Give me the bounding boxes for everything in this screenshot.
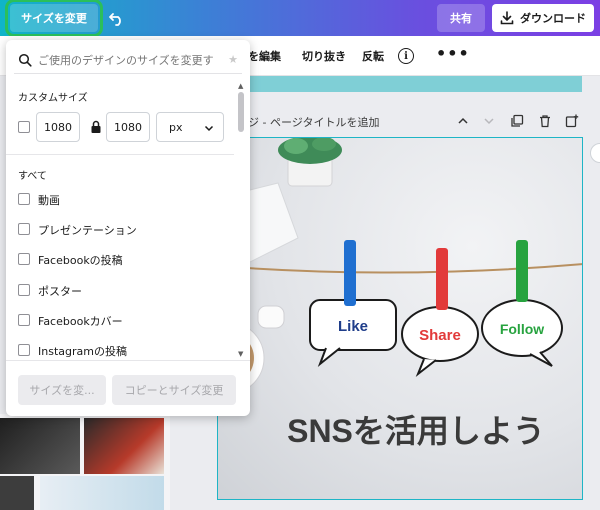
like-text: Like <box>338 318 368 335</box>
follow-bubble: Follow <box>481 299 563 367</box>
size-option-checkbox[interactable] <box>18 193 30 205</box>
template-thumbnail[interactable] <box>84 418 164 474</box>
trash-icon[interactable] <box>538 114 552 128</box>
resize-panel: ★ カスタムサイズ 1080 1080 px すべて 動画 プレゼンテーション … <box>6 40 250 416</box>
duplicate-page-icon[interactable] <box>510 114 524 128</box>
size-option-label: Instagramの投稿 <box>38 345 127 358</box>
size-option-label: Facebookカバー <box>38 315 123 328</box>
unit-value: px <box>169 121 183 134</box>
side-panel-handle[interactable] <box>590 143 600 163</box>
crown-icon: ★ <box>228 53 238 66</box>
follow-text: Follow <box>500 321 544 337</box>
size-option-label: ポスター <box>38 285 82 298</box>
custom-size-label: カスタムサイズ <box>18 93 88 104</box>
headline-text: SNSを活用しよう <box>287 413 545 449</box>
template-thumbnail[interactable] <box>0 476 34 510</box>
download-icon <box>500 11 514 25</box>
info-icon[interactable]: i <box>398 48 414 64</box>
more-options-icon[interactable]: ••• <box>436 44 470 63</box>
page-title[interactable]: ジ - ページタイトルを追加 <box>248 114 380 130</box>
share-text: Share <box>419 327 461 344</box>
page-header: ジ - ページタイトルを追加 <box>248 112 588 132</box>
red-clothespin <box>436 248 448 310</box>
size-option-label: Facebookの投稿 <box>38 254 123 267</box>
download-label: ダウンロード <box>520 12 586 25</box>
panel-footer: サイズを変... コピーとサイズ変更 <box>6 360 250 416</box>
copy-and-resize-button[interactable]: コピーとサイズ変更 <box>112 375 236 405</box>
divider <box>6 154 234 155</box>
like-bubble: Like <box>309 299 397 368</box>
width-input[interactable]: 1080 <box>36 112 80 142</box>
share-bubble: Share <box>401 306 479 378</box>
size-option-checkbox[interactable] <box>18 284 30 296</box>
resize-apply-button[interactable]: サイズを変... <box>18 375 106 405</box>
plant-decoration <box>278 138 342 187</box>
crop-button[interactable]: 切り抜き <box>302 48 346 64</box>
add-page-icon[interactable] <box>565 114 579 128</box>
top-bar: サイズを変更 共有 ダウンロード <box>0 0 600 37</box>
size-option-checkbox[interactable] <box>18 344 30 356</box>
template-thumbnail[interactable] <box>40 476 164 510</box>
scroll-thumb[interactable] <box>238 92 244 132</box>
search-icon <box>18 53 32 67</box>
custom-size-checkbox[interactable] <box>18 121 30 133</box>
lock-icon[interactable] <box>90 120 102 134</box>
size-option-checkbox[interactable] <box>18 314 30 326</box>
size-option-label: 動画 <box>38 194 60 207</box>
resize-button[interactable]: サイズを変更 <box>5 0 103 37</box>
size-option-checkbox[interactable] <box>18 253 30 265</box>
size-option-facebook-post[interactable]: Facebookの投稿 <box>18 251 228 269</box>
download-button[interactable]: ダウンロード <box>492 4 594 32</box>
template-thumbnails <box>0 414 170 510</box>
scroll-up-icon[interactable]: ▲ <box>238 82 243 90</box>
blue-clothespin <box>344 240 356 306</box>
all-sizes-label: すべて <box>18 171 47 182</box>
previous-page-preview <box>248 76 582 92</box>
size-option-presentation[interactable]: プレゼンテーション <box>18 221 228 239</box>
earbuds-decoration <box>257 305 285 329</box>
chevron-up-icon[interactable] <box>456 114 470 128</box>
height-input[interactable]: 1080 <box>106 112 150 142</box>
size-option-facebook-cover[interactable]: Facebookカバー <box>18 312 228 330</box>
size-search-box: ★ <box>14 46 242 74</box>
share-button[interactable]: 共有 <box>437 4 485 32</box>
panel-scrollbar[interactable]: ▲ ▼ <box>236 82 246 360</box>
green-clothespin <box>516 240 528 302</box>
flip-button[interactable]: 反転 <box>362 48 384 64</box>
design-page[interactable]: Like Share Follow SNSを活用しよう <box>217 137 583 500</box>
size-option-checkbox[interactable] <box>18 223 30 235</box>
size-option-instagram-post[interactable]: Instagramの投稿 <box>18 342 228 360</box>
size-option-poster[interactable]: ポスター <box>18 282 228 300</box>
unit-select[interactable]: px <box>156 112 224 142</box>
size-option-video[interactable]: 動画 <box>18 191 228 209</box>
undo-icon[interactable] <box>108 9 126 27</box>
edit-image-button[interactable]: を編集 <box>248 48 281 64</box>
size-option-label: プレゼンテーション <box>38 224 137 237</box>
scroll-down-icon[interactable]: ▼ <box>238 350 243 358</box>
chevron-down-icon[interactable] <box>482 114 496 128</box>
size-search-input[interactable] <box>38 50 224 70</box>
chevron-down-icon <box>204 125 214 132</box>
template-thumbnail[interactable] <box>0 418 80 474</box>
string-decoration <box>218 263 582 274</box>
